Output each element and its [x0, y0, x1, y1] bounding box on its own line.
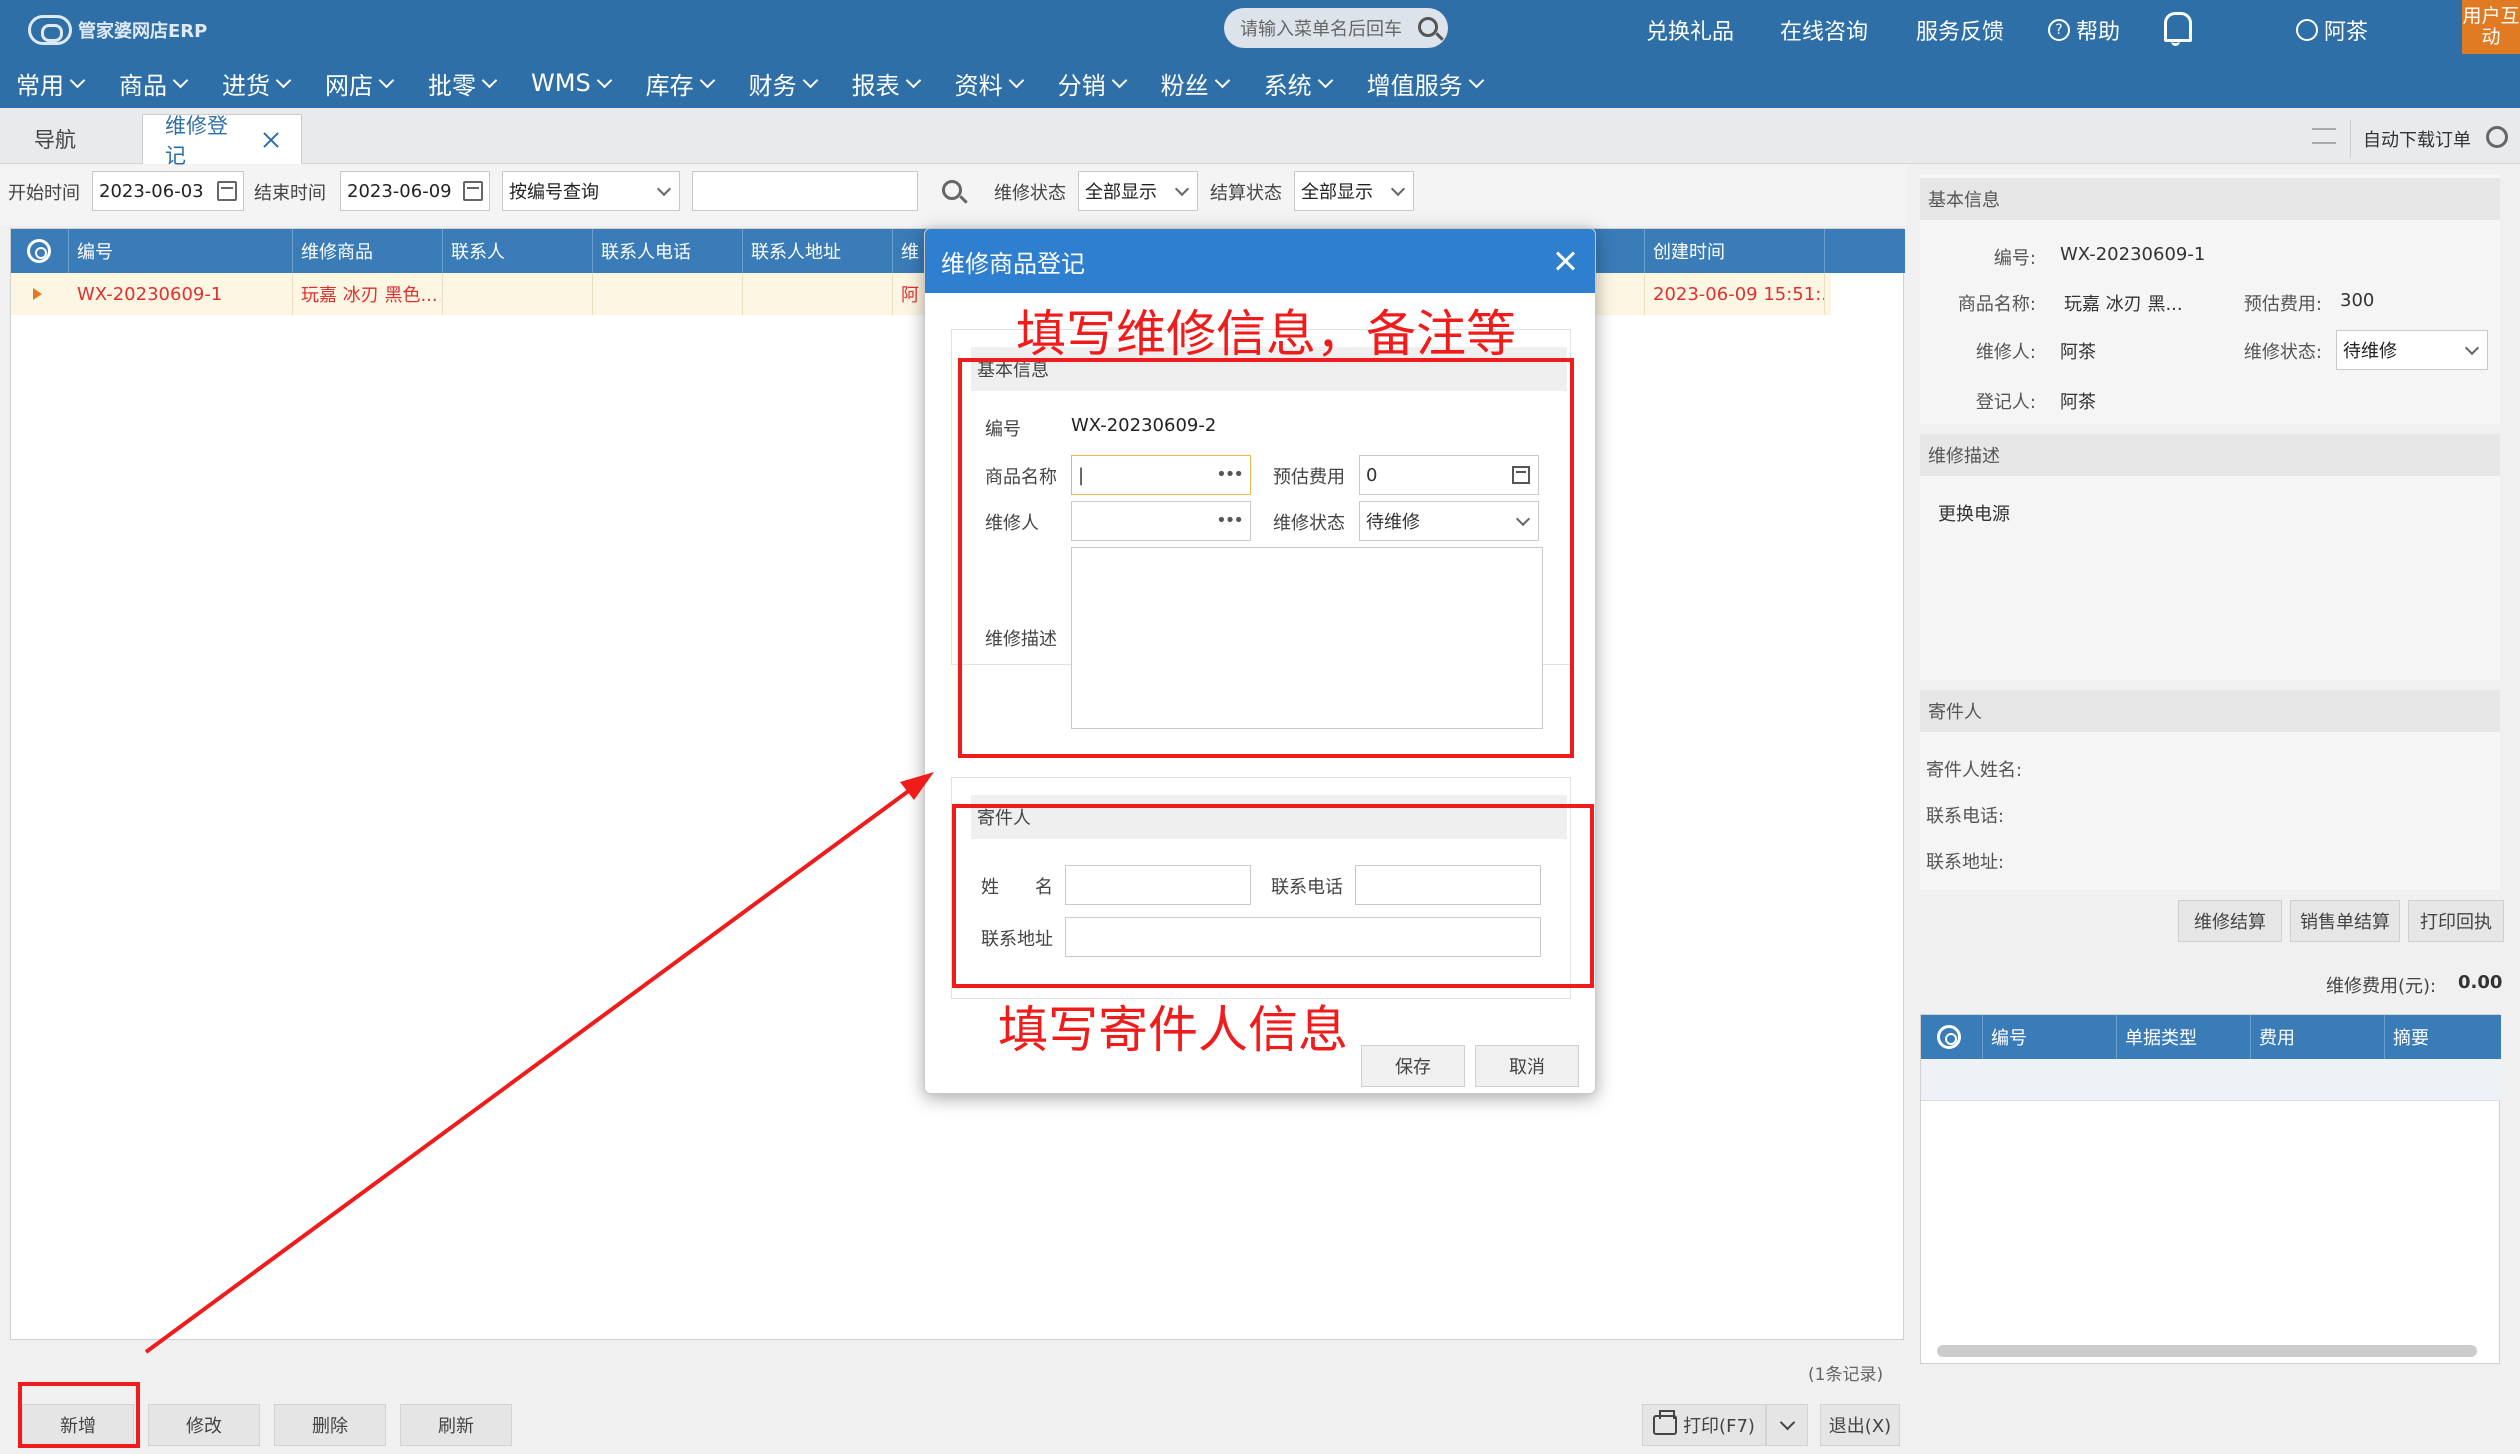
arrow-line: [144, 782, 920, 1354]
annotation-arrow: [144, 772, 934, 1354]
